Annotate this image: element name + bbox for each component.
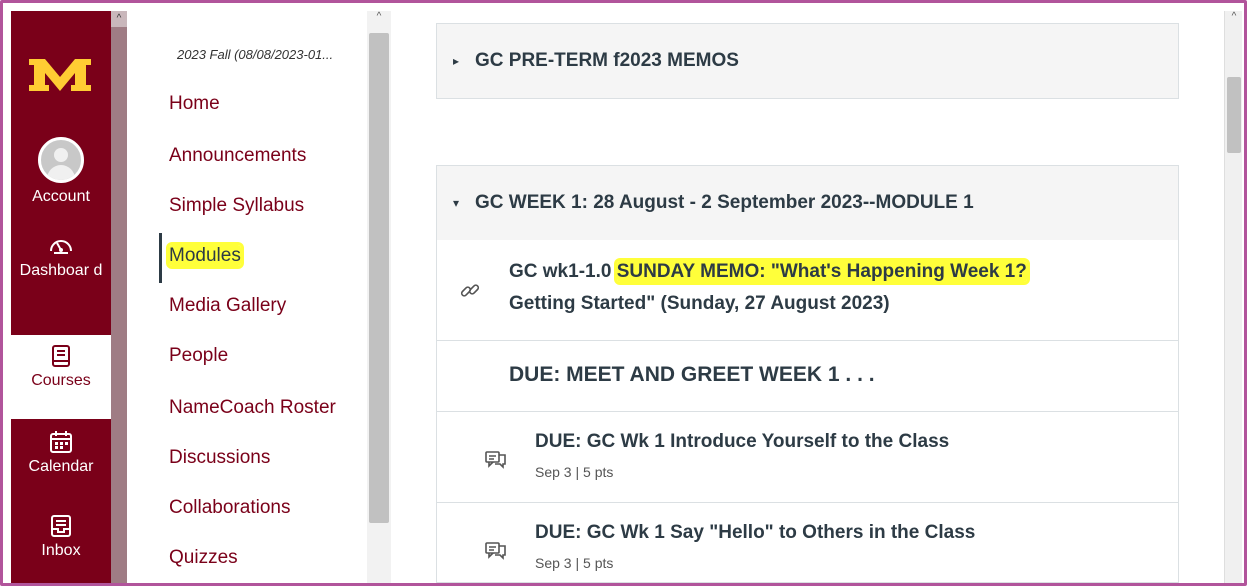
module-pre-term[interactable]: ▸ GC PRE-TERM f2023 MEMOS <box>436 23 1179 99</box>
global-nav: Account Dashboar d Courses Calendar Inbo… <box>11 11 127 583</box>
course-nav-media-gallery[interactable]: Media Gallery <box>169 295 286 317</box>
module-item-meta: Sep 3 | 5 pts <box>535 555 613 571</box>
module-item-meta: Sep 3 | 5 pts <box>535 464 613 480</box>
module-item-title[interactable]: DUE: GC Wk 1 Introduce Yourself to the C… <box>535 426 949 458</box>
course-nav-simple-syllabus[interactable]: Simple Syllabus <box>169 195 304 217</box>
calendar-icon <box>50 431 72 453</box>
scroll-up-icon[interactable]: ^ <box>371 11 387 25</box>
global-nav-courses[interactable]: Courses <box>11 335 111 419</box>
book-icon <box>52 345 70 367</box>
global-nav-account[interactable]: Account <box>11 137 111 207</box>
due-date: Sep 3 <box>535 464 572 480</box>
module-item-subheader: DUE: MEET AND GREET WEEK 1 . . . <box>436 341 1179 412</box>
course-nav-announcements[interactable]: Announcements <box>169 145 306 167</box>
active-indicator <box>159 233 162 283</box>
module-item-title[interactable]: GC wk1-1.0 SUNDAY MEMO: "What's Happenin… <box>509 256 1149 320</box>
due-date: Sep 3 <box>535 555 572 571</box>
collapse-triangle-icon: ▾ <box>453 196 460 210</box>
global-nav-label: Courses <box>31 372 91 389</box>
global-nav-label: Inbox <box>41 542 81 559</box>
course-nav-people[interactable]: People <box>169 345 228 367</box>
course-nav-home[interactable]: Home <box>169 93 220 115</box>
module-header[interactable]: ▾ GC WEEK 1: 28 August - 2 September 202… <box>437 166 1178 240</box>
discussion-icon <box>485 542 506 560</box>
points: 5 pts <box>583 464 614 480</box>
module-week-1[interactable]: ▾ GC WEEK 1: 28 August - 2 September 202… <box>436 165 1179 241</box>
discussion-icon <box>485 451 506 469</box>
subheader-title: DUE: MEET AND GREET WEEK 1 . . . <box>509 363 875 386</box>
points: 5 pts <box>583 555 614 571</box>
course-nav-modules[interactable]: Modules <box>169 245 241 267</box>
university-logo[interactable] <box>25 51 95 99</box>
speedometer-icon <box>50 240 72 254</box>
course-nav-collaborations[interactable]: Collaborations <box>169 497 290 519</box>
global-nav-label: Calendar <box>28 458 94 475</box>
module-header[interactable]: ▸ GC PRE-TERM f2023 MEMOS <box>437 24 1178 98</box>
global-nav-inbox[interactable]: Inbox <box>11 513 111 561</box>
scroll-thumb[interactable] <box>369 33 389 523</box>
meta-separator: | <box>575 464 580 480</box>
title-rest: Getting Started" (Sunday, 27 August 2023… <box>509 293 890 314</box>
course-nav-discussions[interactable]: Discussions <box>169 447 270 469</box>
inbox-icon <box>51 515 71 537</box>
course-nav-scrollbar[interactable]: ^ <box>367 11 391 583</box>
global-nav-label: Dashboar d <box>19 262 103 279</box>
global-nav-scrollbar[interactable]: ^ <box>111 11 127 583</box>
title-highlight: SUNDAY MEMO: "What's Happening Week 1? <box>616 261 1027 282</box>
global-nav-calendar[interactable]: Calendar <box>11 429 111 477</box>
global-nav-dashboard[interactable]: Dashboar d <box>11 233 111 281</box>
app-frame: Account Dashboar d Courses Calendar Inbo… <box>0 0 1247 586</box>
link-icon <box>460 284 480 297</box>
module-item-link[interactable]: GC wk1-1.0 SUNDAY MEMO: "What's Happenin… <box>436 240 1179 341</box>
term-label: 2023 Fall (08/08/2023-01... <box>177 47 334 62</box>
module-item-discussion[interactable]: DUE: GC Wk 1 Introduce Yourself to the C… <box>436 412 1179 503</box>
scroll-up-icon[interactable]: ^ <box>111 11 127 27</box>
main-scrollbar[interactable]: ^ <box>1224 11 1242 583</box>
course-nav-namecoach-roster[interactable]: NameCoach Roster <box>169 397 336 419</box>
expand-triangle-icon: ▸ <box>453 54 460 68</box>
account-avatar <box>38 137 84 183</box>
modules-label: Modules <box>169 245 241 266</box>
module-title: GC PRE-TERM f2023 MEMOS <box>475 50 739 71</box>
title-prefix: GC wk1-1.0 <box>509 261 617 282</box>
scroll-thumb[interactable] <box>1227 77 1241 153</box>
scroll-up-icon[interactable]: ^ <box>1226 11 1242 25</box>
module-title: GC WEEK 1: 28 August - 2 September 2023-… <box>475 192 974 213</box>
course-nav-quizzes[interactable]: Quizzes <box>169 547 238 569</box>
global-nav-label: Account <box>32 188 90 205</box>
meta-separator: | <box>575 555 580 571</box>
module-item-discussion[interactable]: DUE: GC Wk 1 Say "Hello" to Others in th… <box>436 503 1179 583</box>
module-item-title[interactable]: DUE: GC Wk 1 Say "Hello" to Others in th… <box>535 517 975 549</box>
